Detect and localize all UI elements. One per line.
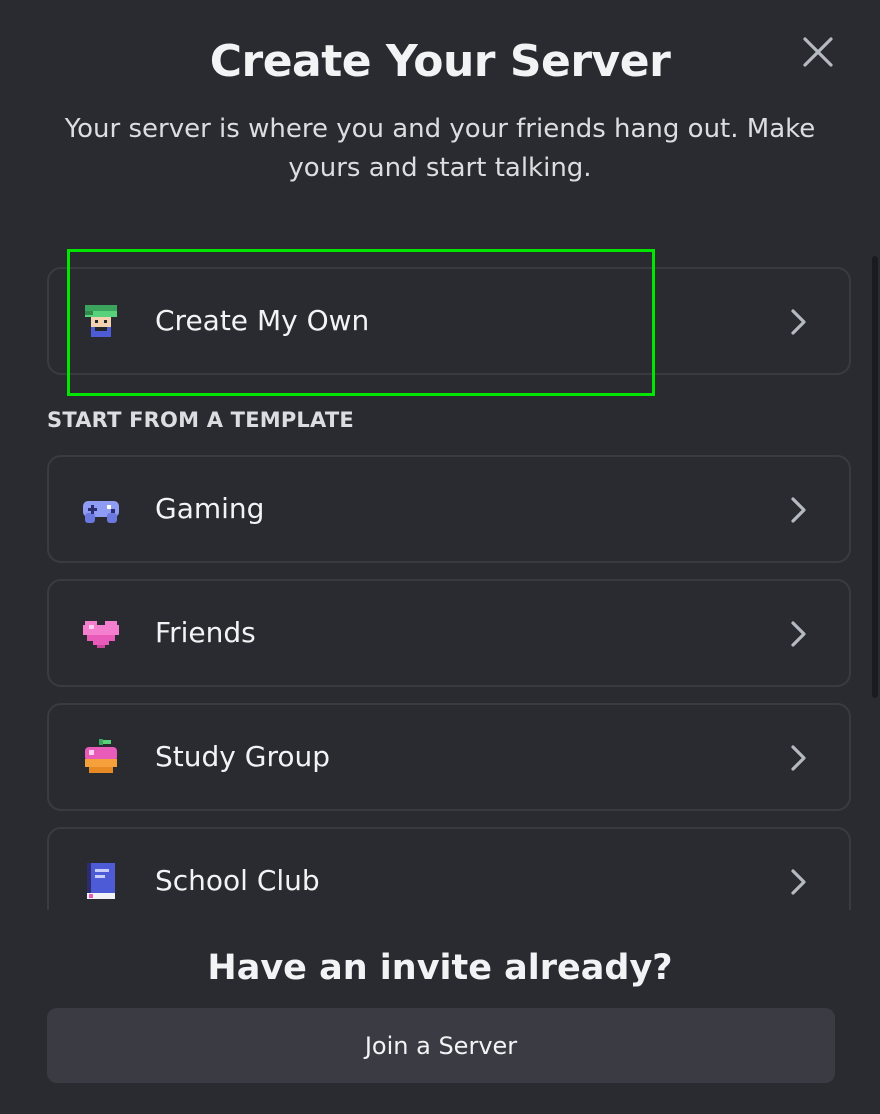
chevron-right-icon [791, 497, 806, 523]
template-option-gaming[interactable]: Gaming [47, 455, 851, 563]
close-icon [803, 37, 833, 67]
template-option-study-group[interactable]: Study Group [47, 703, 851, 811]
chevron-right-icon [791, 869, 806, 895]
template-label-study-group: Study Group [155, 740, 330, 773]
chevron-right-icon [791, 309, 806, 335]
create-my-own-label: Create My Own [155, 304, 370, 337]
template-label-friends: Friends [155, 616, 256, 649]
template-option-friends[interactable]: Friends [47, 579, 851, 687]
template-option-school-club[interactable]: School Club [47, 827, 851, 910]
heart-icon [83, 621, 119, 648]
modal-subtitle: Your server is where you and your friend… [64, 114, 816, 183]
chevron-right-icon [791, 621, 806, 647]
pixel-avatar-icon [85, 305, 117, 337]
options-scroll-area: Create My Own START FROM A TEMPLATE Gami… [0, 240, 880, 910]
template-section-header: START FROM A TEMPLATE [47, 408, 354, 432]
join-server-button[interactable]: Join a Server [47, 1008, 835, 1083]
close-button[interactable] [800, 34, 836, 70]
scrollbar[interactable] [872, 256, 878, 698]
book-icon [87, 863, 115, 899]
create-server-modal: Create Your Server Your server is where … [0, 0, 880, 1114]
apple-icon [85, 739, 117, 773]
modal-title: Create Your Server [209, 36, 671, 87]
template-label-school-club: School Club [155, 864, 320, 897]
template-label-gaming: Gaming [155, 492, 265, 525]
create-my-own-option[interactable]: Create My Own [47, 267, 851, 375]
invite-title: Have an invite already? [207, 948, 673, 988]
gamepad-icon [83, 501, 119, 523]
chevron-right-icon [791, 745, 806, 771]
